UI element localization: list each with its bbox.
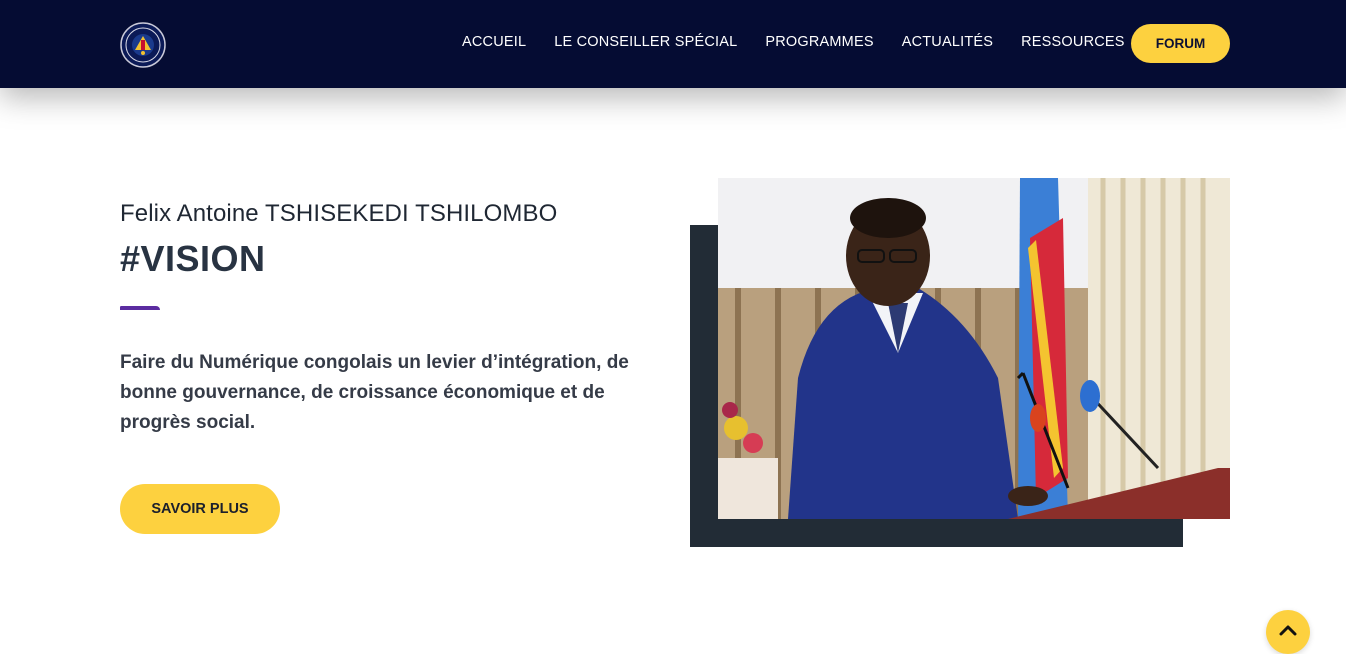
title-accent-divider (120, 306, 160, 310)
hero-text-block: Felix Antoine TSHISEKEDI TSHILOMBO #VISI… (120, 200, 660, 280)
hero-subtitle: Felix Antoine TSHISEKEDI TSHILOMBO (120, 200, 558, 227)
hero-description: Faire du Numérique congolais un levier d… (120, 352, 629, 433)
forum-button[interactable]: FORUM (1131, 24, 1230, 63)
hero-photo-speaker (718, 178, 1230, 519)
nav-item-actualites[interactable]: ACTUALITÉS (902, 34, 993, 50)
main-nav: ACCUEIL LE CONSEILLER SPÉCIAL PROGRAMMES… (462, 0, 1153, 88)
chevron-up-icon (1279, 623, 1297, 641)
nav-item-conseiller-special[interactable]: LE CONSEILLER SPÉCIAL (554, 34, 737, 50)
site-header: ACCUEIL LE CONSEILLER SPÉCIAL PROGRAMMES… (0, 0, 1346, 88)
scroll-to-top-button[interactable] (1266, 610, 1310, 654)
nav-item-accueil[interactable]: ACCUEIL (462, 34, 526, 50)
coat-of-arms-seal-icon[interactable] (120, 22, 166, 68)
hero-title: #VISION (120, 238, 266, 279)
savoir-plus-button[interactable]: SAVOIR PLUS (120, 484, 280, 534)
nav-item-ressources[interactable]: RESSOURCES (1021, 34, 1125, 50)
nav-item-programmes[interactable]: PROGRAMMES (765, 34, 873, 50)
